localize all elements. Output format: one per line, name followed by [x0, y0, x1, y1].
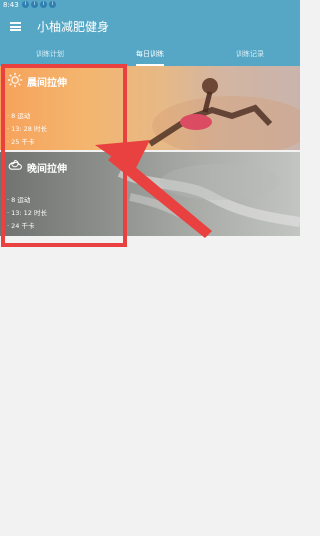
moon-cloud-icon: [8, 159, 22, 170]
calories: · 24 千卡: [7, 222, 35, 230]
notification-icon: i: [22, 1, 29, 8]
card-stats: · 8 运动 · 13: 28 时长 · 25 千卡: [7, 110, 47, 149]
tab-training-plan[interactable]: 训练计划: [0, 44, 100, 66]
notification-icon: i: [40, 1, 47, 8]
workout-card-morning-stretch[interactable]: 晨间拉伸 · 8 运动 · 13: 28 时长 · 25 千卡: [0, 66, 300, 150]
card-stats: · 8 运动 · 13: 12 时长 · 24 千卡: [7, 194, 47, 233]
exercise-count: · 8 运动: [7, 112, 31, 120]
sun-icon: [7, 72, 23, 88]
notification-icon: i: [31, 1, 38, 8]
duration: · 13: 28 时长: [7, 125, 47, 133]
exercise-count: · 8 运动: [7, 196, 31, 204]
app-bar: 小柚减肥健身: [0, 10, 300, 44]
tab-daily-training[interactable]: 每日训练: [100, 44, 200, 66]
notification-icon: i: [49, 1, 56, 8]
card-title: 晨间拉伸: [27, 78, 67, 89]
app-title: 小柚减肥健身: [37, 20, 110, 34]
menu-icon[interactable]: [10, 22, 21, 31]
tab-training-record[interactable]: 训练记录: [200, 44, 300, 66]
card-title: 晚间拉伸: [27, 164, 67, 175]
duration: · 13: 12 时长: [7, 209, 47, 217]
notification-icons: i i i i: [22, 1, 56, 8]
tab-bar: 训练计划 每日训练 训练记录: [0, 44, 300, 66]
status-time: 8:43: [3, 1, 19, 9]
status-bar: 8:43 i i i i: [0, 0, 300, 10]
workout-card-evening-stretch[interactable]: 晚间拉伸 · 8 运动 · 13: 12 时长 · 24 千卡: [0, 152, 300, 236]
calories: · 25 千卡: [7, 138, 35, 146]
